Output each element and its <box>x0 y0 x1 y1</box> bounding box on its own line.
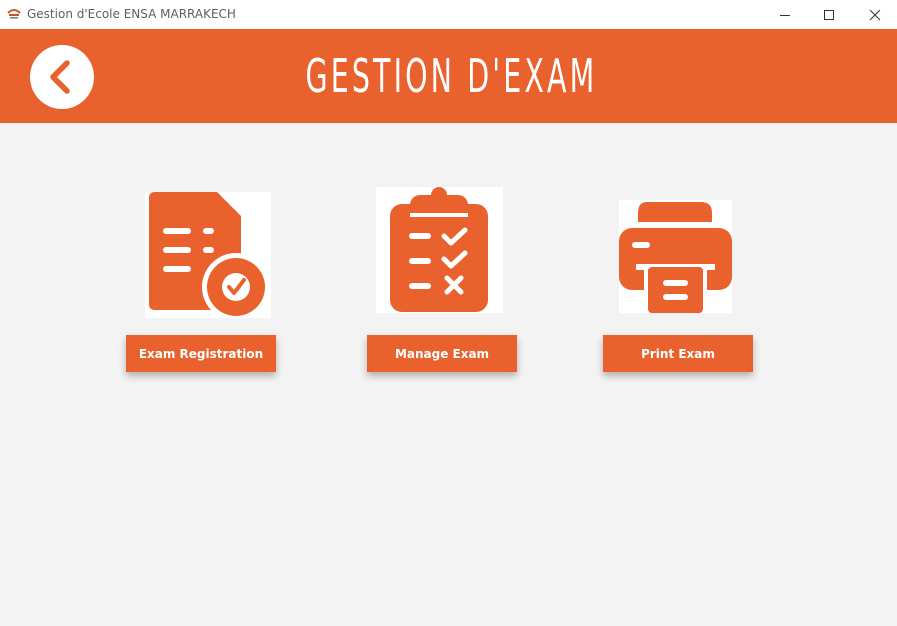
close-icon <box>869 9 881 20</box>
print-exam-button[interactable]: Print Exam <box>603 335 753 372</box>
document-check-icon <box>149 192 270 318</box>
maximize-button[interactable] <box>806 0 852 29</box>
window-titlebar: Gestion d'Ecole ENSA MARRAKECH <box>0 0 897 29</box>
page-title: GESTION D'EXAM <box>305 49 598 103</box>
page-header: GESTION D'EXAM <box>0 29 897 123</box>
exam-registration-image <box>145 192 271 318</box>
minimize-button[interactable] <box>762 0 808 29</box>
page-title-wrap: GESTION D'EXAM <box>0 29 897 123</box>
minimize-icon <box>780 14 790 16</box>
printer-icon <box>619 202 732 313</box>
window-title: Gestion d'Ecole ENSA MARRAKECH <box>27 7 236 21</box>
print-exam-image <box>619 200 732 313</box>
clipboard-checklist-icon <box>390 187 488 312</box>
manage-exam-image <box>376 187 503 313</box>
manage-exam-button[interactable]: Manage Exam <box>367 335 517 372</box>
maximize-icon <box>824 9 834 20</box>
close-button[interactable] <box>852 0 897 29</box>
school-logo-icon <box>7 6 21 20</box>
exam-registration-button[interactable]: Exam Registration <box>126 335 276 372</box>
